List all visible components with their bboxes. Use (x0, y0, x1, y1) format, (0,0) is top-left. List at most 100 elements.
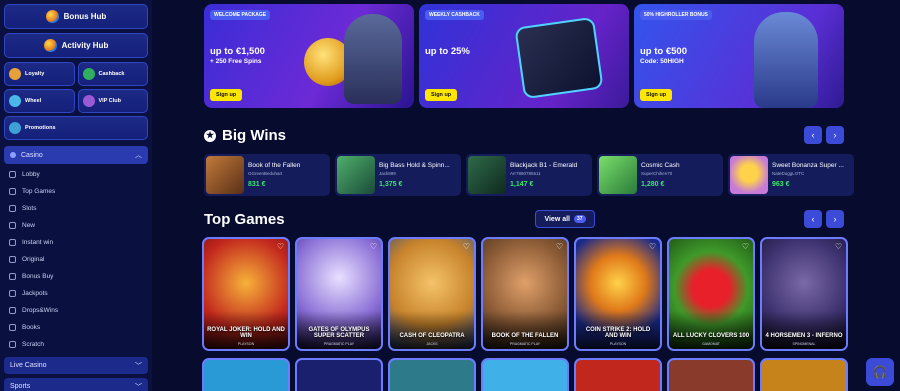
game-title: ALL LUCKY CLOVERS 100 (672, 333, 750, 340)
win-game-name: Big Bass Hold & Spinn... (379, 162, 450, 169)
top-games-next-button[interactable]: › (826, 210, 844, 228)
bonus-buy-icon (9, 273, 16, 280)
win-amount: 1,280 € (641, 181, 665, 188)
sidebar-item-books[interactable]: Books (4, 319, 148, 336)
star-icon: ★ (204, 129, 216, 142)
sidebar-item-scratch[interactable]: Scratch (4, 336, 148, 353)
promotions-tile[interactable]: Promotions (4, 116, 148, 140)
wheel-tile[interactable]: Wheel (4, 89, 75, 113)
headset-icon: 🎧 (872, 365, 888, 379)
heart-icon[interactable]: ♡ (649, 242, 656, 251)
sidebar-item-label: Top Games (22, 188, 56, 195)
game-card[interactable] (295, 358, 383, 391)
game-card[interactable]: ♡ BOOK OF THE FALLEN PRAGMATIC PLAY (481, 237, 569, 351)
sidebar-item-bonus-buy[interactable]: Bonus Buy (4, 268, 148, 285)
cashback-tile[interactable]: Cashback (77, 62, 148, 86)
sidebar-item-slots[interactable]: Slots (4, 200, 148, 217)
game-provider: PLAYSON (237, 342, 255, 346)
game-card[interactable]: ♡ CASH OF CLEOPATRA JACKS (388, 237, 476, 351)
casino-category[interactable]: Casino ︿ (4, 146, 148, 164)
live-casino-category[interactable]: Live Casino ﹀ (4, 357, 148, 374)
big-wins-heading: ★ Big Wins (204, 127, 286, 144)
view-all-button[interactable]: View all 37 (535, 210, 595, 228)
game-provider: PRAGMATIC PLAY (509, 342, 541, 346)
promo-tag: WEEKLY CASHBACK (425, 10, 484, 20)
sidebar-item-label: Instant win (22, 239, 54, 246)
big-wins-next-button[interactable]: › (826, 126, 844, 144)
game-thumbnail (730, 156, 768, 194)
sidebar: Bonus Hub Activity Hub Loyalty Cashback … (0, 0, 152, 391)
game-card[interactable]: ♡ 4 HORSEMEN 3 - INFERNO SPINOMENAL (760, 237, 848, 351)
big-win-card[interactable]: Cosmic Cash SuperChihen70 1,280 € (597, 154, 723, 196)
big-win-card[interactable]: Book of the Fallen GGreenBeduhart 831 € (204, 154, 330, 196)
top-games-heading: Top Games (204, 211, 285, 228)
chevron-right-icon: › (833, 214, 837, 224)
game-card[interactable] (202, 358, 290, 391)
big-win-card[interactable]: Sweet Bonanza Super ... NateDoggLOTC 963 € (728, 154, 854, 196)
sidebar-item-jackpots[interactable]: Jackpots (4, 285, 148, 302)
vip-club-icon (82, 95, 95, 107)
win-amount: 963 € (772, 181, 790, 188)
sign-up-button[interactable]: Sign up (210, 89, 243, 101)
promo-headline: up to €500 (640, 46, 687, 57)
game-card[interactable] (388, 358, 476, 391)
win-game-name: Blackjack B1 - Emerald (510, 162, 578, 169)
top-games-icon (9, 188, 16, 195)
heart-icon[interactable]: ♡ (742, 242, 749, 251)
big-wins-title: Big Wins (222, 127, 287, 144)
win-amount: 1,375 € (379, 181, 403, 188)
sidebar-item-drops-wins[interactable]: Drops&Wins (4, 302, 148, 319)
promo-headline: up to €1,500 (210, 46, 265, 57)
win-game-name: Cosmic Cash (641, 162, 680, 169)
loyalty-tile[interactable]: Loyalty (4, 62, 75, 86)
bonus-hub-button[interactable]: Bonus Hub (4, 4, 148, 29)
new-icon (9, 222, 16, 229)
heart-icon[interactable]: ♡ (463, 242, 470, 251)
win-game-name: Book of the Fallen (248, 162, 301, 169)
sidebar-item-instant-win[interactable]: Instant win (4, 234, 148, 251)
sidebar-item-lobby[interactable]: Lobby (4, 166, 148, 183)
top-games-prev-button[interactable]: ‹ (804, 210, 822, 228)
sign-up-button[interactable]: Sign up (425, 89, 458, 101)
game-card[interactable]: ♡ ALL LUCKY CLOVERS 100 GAMOMAT (667, 237, 755, 351)
promo-welcome-package[interactable]: WELCOME PACKAGE up to €1,500 + 250 Free … (204, 4, 414, 108)
bonus-hub-label: Bonus Hub (63, 12, 107, 21)
game-thumbnail (206, 156, 244, 194)
sign-up-button[interactable]: Sign up (640, 89, 673, 101)
activity-hub-button[interactable]: Activity Hub (4, 33, 148, 58)
heart-icon[interactable]: ♡ (277, 242, 284, 251)
big-win-card[interactable]: Blackjack B1 - Emerald Arr7880785511 1,147… (466, 154, 592, 196)
big-win-card[interactable]: Big Bass Hold & Spinn... Jack999 1,375 € (335, 154, 461, 196)
promo-subline: Code: 50HIGH (640, 58, 684, 65)
win-amount: 831 € (248, 181, 266, 188)
casino-submenu: Lobby Top Games Slots New Instant win Or… (4, 164, 148, 353)
heart-icon[interactable]: ♡ (556, 242, 563, 251)
chevron-left-icon: ‹ (811, 214, 815, 224)
chevron-left-icon: ‹ (811, 130, 815, 140)
game-card[interactable]: ♡ ROYAL JOKER: HOLD AND WIN PLAYSON (202, 237, 290, 351)
vip-club-tile[interactable]: VIP Club (77, 89, 148, 113)
heart-icon[interactable]: ♡ (370, 242, 377, 251)
promo-highroller-bonus[interactable]: 50% HIGHROLLER BONUS up to €500 Code: 50… (634, 4, 844, 108)
heart-icon[interactable]: ♡ (835, 242, 842, 251)
loyalty-label: Loyalty (25, 71, 45, 77)
promo-weekly-cashback[interactable]: WEEKLY CASHBACK up to 25% Sign up (419, 4, 629, 108)
promo-headline: up to 25% (425, 46, 470, 57)
game-card[interactable] (574, 358, 662, 391)
slots-icon (9, 205, 16, 212)
game-card[interactable]: ♡ GATES OF OLYMPUS SUPER SCATTER PRAGMAT… (295, 237, 383, 351)
sidebar-item-new[interactable]: New (4, 217, 148, 234)
game-card[interactable] (760, 358, 848, 391)
game-provider: SPINOMENAL (792, 342, 816, 346)
support-button[interactable]: 🎧 (866, 358, 894, 386)
sports-category[interactable]: Sports ﹀ (4, 378, 148, 391)
sidebar-item-label: New (22, 222, 36, 229)
game-card[interactable] (667, 358, 755, 391)
sidebar-item-original[interactable]: Original (4, 251, 148, 268)
game-card[interactable]: ♡ COIN STRIKE 2: HOLD AND WIN PLAYSON (574, 237, 662, 351)
big-wins-prev-button[interactable]: ‹ (804, 126, 822, 144)
game-card[interactable] (481, 358, 569, 391)
sidebar-item-top-games[interactable]: Top Games (4, 183, 148, 200)
sidebar-item-label: Bonus Buy (22, 273, 54, 280)
win-username: Arr7880785511 (510, 171, 541, 176)
